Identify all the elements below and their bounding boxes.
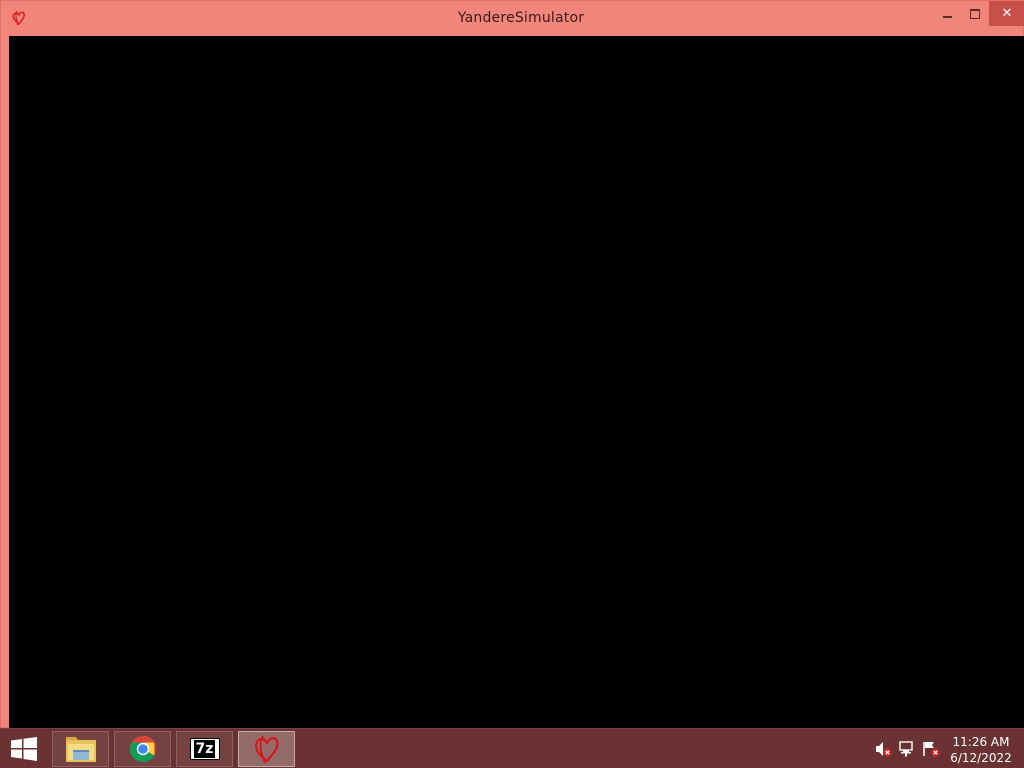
game-viewport[interactable] bbox=[9, 36, 1024, 729]
yandere-heart-icon bbox=[254, 735, 278, 764]
taskbar: 7z 11:26 AM 6/12/2022 bbox=[0, 728, 1024, 768]
window-title: YandereSimulator bbox=[457, 10, 585, 26]
minimize-button[interactable] bbox=[933, 1, 961, 26]
7zip-label: 7z bbox=[193, 740, 216, 758]
windows-start-icon[interactable] bbox=[10, 737, 38, 761]
taskbar-clock[interactable]: 11:26 AM 6/12/2022 bbox=[944, 734, 1018, 766]
clock-date: 6/12/2022 bbox=[950, 751, 1012, 765]
minimize-icon bbox=[942, 15, 952, 18]
action-center-flag-icon[interactable] bbox=[922, 741, 940, 757]
maximize-button[interactable] bbox=[961, 1, 989, 26]
system-tray bbox=[870, 729, 944, 768]
chrome-icon bbox=[129, 735, 156, 763]
speaker-muted-icon[interactable] bbox=[874, 741, 892, 757]
7zip-icon: 7z bbox=[189, 738, 220, 760]
desktop: YandereSimulator ✕ 7z 11:26 AM 6/12/2022 bbox=[0, 0, 1024, 768]
network-error-icon[interactable] bbox=[898, 741, 916, 757]
title-bar[interactable]: YandereSimulator ✕ bbox=[1, 1, 1024, 36]
taskbar-google-chrome[interactable] bbox=[114, 731, 171, 767]
close-button[interactable]: ✕ bbox=[989, 1, 1024, 26]
taskbar-yandere-simulator[interactable] bbox=[238, 731, 295, 767]
taskbar-7-zip[interactable]: 7z bbox=[176, 731, 233, 767]
app-window: YandereSimulator ✕ bbox=[0, 0, 1024, 729]
taskbar-file-explorer[interactable] bbox=[52, 731, 109, 767]
clock-time: 11:26 AM bbox=[952, 735, 1010, 749]
close-icon: ✕ bbox=[1001, 6, 1013, 21]
maximize-icon bbox=[970, 8, 980, 19]
folder-icon bbox=[65, 737, 96, 762]
